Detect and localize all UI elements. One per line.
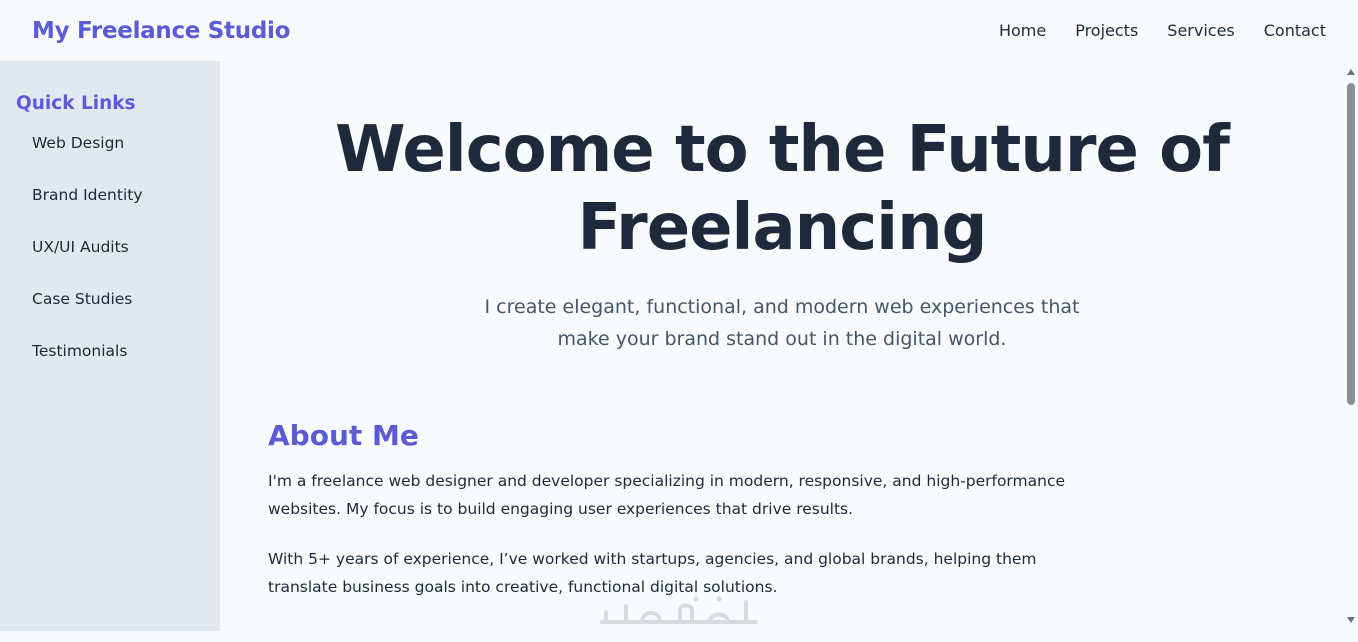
nav-link-contact[interactable]: Contact: [1264, 21, 1326, 40]
nav-link-projects[interactable]: Projects: [1075, 21, 1138, 40]
sidebar-title: Quick Links: [16, 93, 136, 114]
about-heading: About Me: [268, 419, 419, 452]
sidebar-item-ux-ui-audits[interactable]: UX/UI Audits: [16, 235, 204, 287]
hero-title: Welcome to the Future of Freelancing: [335, 113, 1230, 265]
sidebar-item-case-studies[interactable]: Case Studies: [16, 287, 204, 339]
khamsat-watermark-logo: [600, 596, 758, 624]
sidebar-item-brand-identity[interactable]: Brand Identity: [16, 183, 204, 235]
quick-links-list: Web Design Brand Identity UX/UI Audits C…: [16, 131, 204, 391]
nav-link-services[interactable]: Services: [1167, 21, 1234, 40]
sidebar-item-web-design[interactable]: Web Design: [16, 131, 204, 183]
page-scrollbar[interactable]: [1344, 61, 1358, 631]
main-nav: Home Projects Services Contact: [999, 21, 1326, 40]
about-paragraph-1: I'm a freelance web designer and develop…: [268, 472, 1066, 518]
nav-link-home[interactable]: Home: [999, 21, 1046, 40]
about-section: About Me I'm a freelance web designer an…: [268, 419, 1068, 601]
scroll-up-arrow-icon[interactable]: [1347, 69, 1355, 75]
sidebar-item-testimonials[interactable]: Testimonials: [16, 339, 204, 391]
bottom-strip: [0, 631, 1358, 642]
site-brand[interactable]: My Freelance Studio: [32, 18, 290, 44]
scroll-thumb[interactable]: [1347, 83, 1355, 405]
site-header: My Freelance Studio Home Projects Servic…: [0, 0, 1358, 61]
main-content: Welcome to the Future of Freelancing I c…: [220, 61, 1344, 631]
hero-section: Welcome to the Future of Freelancing I c…: [268, 61, 1296, 355]
scroll-down-arrow-icon[interactable]: [1347, 617, 1355, 623]
hero-subtitle: I create elegant, functional, and modern…: [484, 296, 1080, 350]
sidebar: Quick Links Web Design Brand Identity UX…: [0, 61, 220, 631]
